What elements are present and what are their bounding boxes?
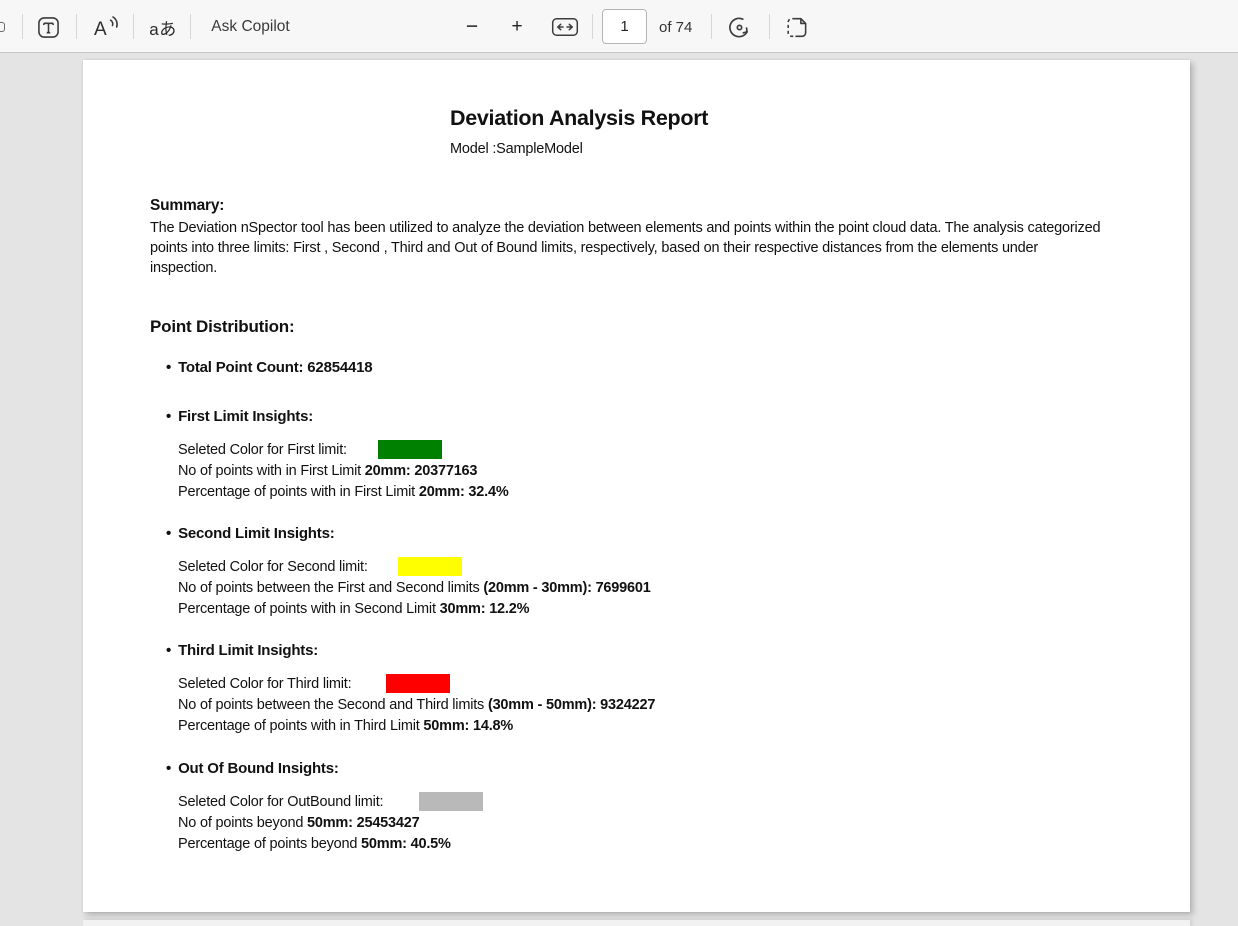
count-text: No of points between the Second and Thir… bbox=[178, 697, 488, 713]
first-limit-section: • First Limit Insights: Seleted Color fo… bbox=[166, 408, 1106, 508]
percentage-value: 20mm: 32.4% bbox=[418, 484, 509, 500]
svg-text:A: A bbox=[94, 19, 107, 40]
section-heading-label: Out Of Bound Insights: bbox=[178, 760, 339, 777]
first-limit-count-line: No of points with in First Limit 20mm: 2… bbox=[178, 463, 477, 479]
point-distribution-heading: Point Distribution: bbox=[150, 317, 295, 336]
count-value: 50mm: 25453427 bbox=[307, 815, 420, 831]
zoom-in-icon: + bbox=[511, 16, 523, 37]
percentage-value: 50mm: 14.8% bbox=[423, 718, 514, 734]
color-label: Seleted Color for OutBound limit: bbox=[178, 794, 384, 810]
toolbar-divider bbox=[22, 14, 23, 39]
toolbar-divider bbox=[190, 14, 191, 39]
count-value: (30mm - 50mm): 9324227 bbox=[487, 697, 656, 713]
third-limit-heading: • Third Limit Insights: bbox=[166, 642, 318, 659]
second-limit-color-line: Seleted Color for Second limit: bbox=[178, 559, 368, 575]
bullet-marker: • bbox=[166, 525, 172, 542]
count-text: No of points beyond bbox=[178, 815, 308, 831]
page-count-label: of 74 bbox=[659, 19, 693, 36]
summary-text: The Deviation nSpector tool has been uti… bbox=[150, 220, 1101, 276]
out-of-bound-percentage-line: Percentage of points beyond 50mm: 40.5% bbox=[178, 836, 451, 852]
bullet-marker: • bbox=[166, 408, 172, 425]
count-text: No of points between the First and Secon… bbox=[178, 580, 484, 596]
pdf-page-1: Deviation Analysis Report Model :SampleM… bbox=[83, 60, 1190, 912]
toolbar-divider bbox=[133, 14, 134, 39]
zoom-out-icon: − bbox=[465, 15, 479, 38]
third-limit-percentage-line: Percentage of points with in Third Limit… bbox=[178, 718, 513, 734]
zoom-out-button[interactable]: − bbox=[458, 13, 486, 41]
read-aloud-button[interactable]: A bbox=[91, 13, 123, 41]
ask-copilot-button[interactable]: Ask Copilot bbox=[203, 13, 298, 41]
out-of-bound-color-swatch bbox=[419, 792, 483, 811]
page-view-button[interactable] bbox=[780, 13, 812, 41]
rotate-button[interactable] bbox=[723, 13, 755, 41]
second-limit-percentage-line: Percentage of points with in Second Limi… bbox=[178, 601, 530, 617]
percentage-value: 30mm: 12.2% bbox=[439, 601, 530, 617]
out-of-bound-heading: • Out Of Bound Insights: bbox=[166, 760, 339, 777]
out-of-bound-section: • Out Of Bound Insights: Seleted Color f… bbox=[166, 760, 1106, 860]
first-limit-color-line: Seleted Color for First limit: bbox=[178, 442, 347, 458]
bullet-marker: • bbox=[166, 760, 172, 777]
toolbar-divider bbox=[592, 14, 593, 39]
total-point-count-label: Total Point Count: 62854418 bbox=[178, 359, 373, 376]
report-model-label: Model :SampleModel bbox=[450, 141, 583, 157]
fit-to-width-icon bbox=[551, 17, 579, 37]
count-value: 20mm: 20377163 bbox=[364, 463, 478, 479]
bullet-marker: • bbox=[166, 359, 172, 376]
page-number-input[interactable] bbox=[602, 9, 647, 44]
pdf-toolbar: A aあ Ask Copilot − + of 74 bbox=[0, 0, 1238, 53]
out-of-bound-count-line: No of points beyond 50mm: 25453427 bbox=[178, 815, 420, 831]
section-heading-label: Third Limit Insights: bbox=[178, 642, 319, 659]
toolbar-divider bbox=[711, 14, 712, 39]
third-limit-color-line: Seleted Color for Third limit: bbox=[178, 676, 352, 692]
percentage-text: Percentage of points with in First Limit bbox=[178, 484, 419, 500]
count-value: (20mm - 30mm): 7699601 bbox=[483, 580, 651, 596]
toolbar-divider bbox=[769, 14, 770, 39]
first-limit-heading: • First Limit Insights: bbox=[166, 408, 313, 425]
next-page-top-edge bbox=[83, 920, 1190, 926]
zoom-in-button[interactable]: + bbox=[503, 13, 531, 41]
translate-button[interactable]: aあ bbox=[144, 13, 182, 41]
third-limit-section: • Third Limit Insights: Seleted Color fo… bbox=[166, 642, 1106, 742]
page-view-icon bbox=[786, 17, 806, 37]
text-selection-button[interactable] bbox=[34, 13, 62, 41]
first-limit-color-swatch bbox=[378, 440, 442, 459]
ask-copilot-label: Ask Copilot bbox=[211, 18, 290, 35]
bullet-marker: • bbox=[166, 642, 172, 659]
percentage-text: Percentage of points with in Second Limi… bbox=[178, 601, 440, 617]
report-title: Deviation Analysis Report bbox=[450, 106, 709, 130]
translate-icon: aあ bbox=[149, 19, 177, 39]
section-heading-label: First Limit Insights: bbox=[178, 408, 314, 425]
color-label: Seleted Color for First limit: bbox=[178, 442, 347, 458]
text-selection-icon bbox=[37, 16, 59, 38]
first-limit-percentage-line: Percentage of points with in First Limit… bbox=[178, 484, 509, 500]
out-of-bound-color-line: Seleted Color for OutBound limit: bbox=[178, 794, 384, 810]
fit-to-width-button[interactable] bbox=[548, 13, 582, 41]
read-aloud-icon: A bbox=[94, 16, 118, 40]
summary-heading: Summary: bbox=[150, 197, 225, 214]
percentage-text: Percentage of points beyond bbox=[178, 836, 362, 852]
percentage-text: Percentage of points with in Third Limit bbox=[178, 718, 424, 734]
count-text: No of points with in First Limit bbox=[178, 463, 365, 479]
third-limit-color-swatch bbox=[386, 674, 450, 693]
percentage-value: 50mm: 40.5% bbox=[361, 836, 451, 852]
color-label: Seleted Color for Third limit: bbox=[178, 676, 352, 692]
second-limit-section: • Second Limit Insights: Seleted Color f… bbox=[166, 525, 1106, 625]
total-point-count: • Total Point Count: 62854418 bbox=[166, 359, 373, 376]
second-limit-count-line: No of points between the First and Secon… bbox=[178, 580, 651, 596]
rotate-icon bbox=[728, 17, 748, 37]
second-limit-color-swatch bbox=[398, 557, 462, 576]
third-limit-count-line: No of points between the Second and Thir… bbox=[178, 697, 655, 713]
clipped-edge-icon bbox=[0, 22, 5, 32]
toolbar-divider bbox=[76, 14, 77, 39]
second-limit-heading: • Second Limit Insights: bbox=[166, 525, 335, 542]
color-label: Seleted Color for Second limit: bbox=[178, 559, 368, 575]
pdf-canvas: Deviation Analysis Report Model :SampleM… bbox=[0, 54, 1238, 926]
section-heading-label: Second Limit Insights: bbox=[178, 525, 335, 542]
